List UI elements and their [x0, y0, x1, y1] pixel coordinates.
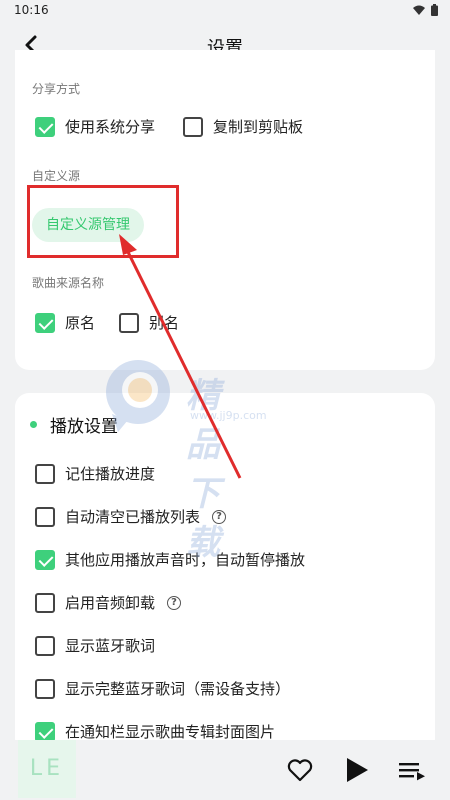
checkbox-original-name[interactable]: 原名	[35, 312, 95, 333]
checkbox-label: 显示完整蓝牙歌词（需设备支持）	[65, 680, 291, 698]
wifi-icon	[413, 5, 425, 15]
playlist-icon[interactable]	[398, 756, 426, 784]
checkbox-auto-pause[interactable]: 其他应用播放声音时，自动暂停播放	[35, 549, 305, 570]
checkbox-box[interactable]	[35, 678, 55, 699]
checkbox-copy-clipboard[interactable]: 复制到剪贴板	[183, 116, 303, 137]
share-section-label: 分享方式	[32, 82, 81, 96]
watermark-text: 精品下载	[186, 376, 222, 563]
checkbox-box[interactable]	[35, 463, 55, 484]
checkbox-box[interactable]	[35, 549, 55, 570]
checkbox-remember-progress[interactable]: 记住播放进度	[35, 463, 155, 484]
battery-icon	[431, 4, 438, 16]
mini-player: LE	[0, 740, 450, 800]
checkbox-label: 显示蓝牙歌词	[65, 637, 156, 655]
checkbox-label: 别名	[149, 314, 180, 332]
custom-source-section-label: 自定义源	[32, 169, 81, 183]
checkbox-box[interactable]	[35, 592, 55, 613]
checkbox-label: 自动清空已播放列表	[65, 508, 201, 526]
status-bar: 10:16	[0, 0, 450, 22]
checkbox-box[interactable]	[35, 312, 55, 333]
checkbox-label: 其他应用播放声音时，自动暂停播放	[65, 551, 306, 569]
highlight-box	[27, 185, 179, 258]
album-cover[interactable]: LE	[18, 740, 76, 798]
section-dot-icon	[30, 421, 37, 428]
checkbox-box[interactable]	[35, 721, 55, 742]
checkbox-label: 复制到剪贴板	[213, 118, 304, 136]
checkbox-bluetooth-lyrics[interactable]: 显示蓝牙歌词	[35, 635, 155, 656]
checkbox-box[interactable]	[35, 506, 55, 527]
checkbox-label: 原名	[65, 314, 96, 332]
watermark-logo-icon	[106, 360, 170, 432]
checkbox-box[interactable]	[35, 116, 55, 137]
checkbox-box[interactable]	[183, 116, 203, 137]
settings-card-playback	[15, 393, 435, 753]
checkbox-alias-name[interactable]: 别名	[119, 312, 179, 333]
checkbox-full-bluetooth-lyrics[interactable]: 显示完整蓝牙歌词（需设备支持）	[35, 678, 290, 699]
watermark-url: www.jj9p.com	[190, 409, 267, 422]
song-source-name-section-label: 歌曲来源名称	[32, 276, 105, 290]
play-icon[interactable]	[342, 756, 370, 784]
checkbox-label: 记住播放进度	[65, 465, 156, 483]
help-icon[interactable]: ?	[167, 595, 182, 610]
heart-icon[interactable]	[286, 756, 314, 784]
checkbox-label: 在通知栏显示歌曲专辑封面图片	[65, 723, 276, 741]
status-time: 10:16	[14, 3, 49, 17]
checkbox-box[interactable]	[119, 312, 139, 333]
checkbox-box[interactable]	[35, 635, 55, 656]
checkbox-audio-offload[interactable]: 启用音频卸载 ?	[35, 592, 182, 613]
checkbox-notification-cover[interactable]: 在通知栏显示歌曲专辑封面图片	[35, 721, 275, 742]
checkbox-label: 启用音频卸载	[65, 594, 156, 612]
checkbox-system-share[interactable]: 使用系统分享	[35, 116, 155, 137]
checkbox-label: 使用系统分享	[65, 118, 156, 136]
watermark: 精品下载 www.jj9p.com	[98, 354, 267, 563]
